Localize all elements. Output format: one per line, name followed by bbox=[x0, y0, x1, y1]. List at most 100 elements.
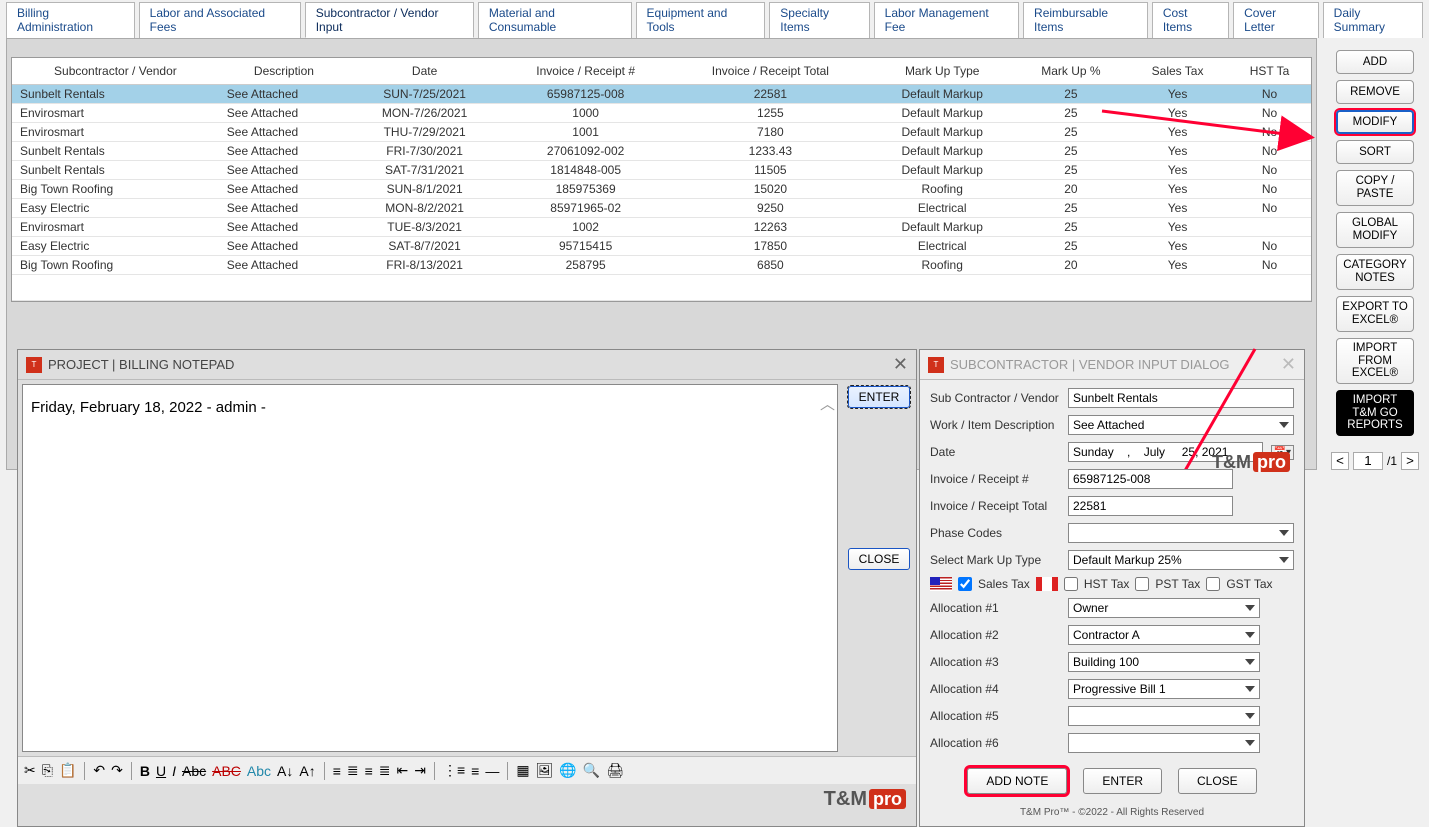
cut-icon[interactable]: ✂ bbox=[24, 762, 36, 779]
notepad-textarea[interactable]: Friday, February 18, 2022 - admin - ︿ bbox=[22, 384, 838, 752]
alloc6-select[interactable] bbox=[1068, 733, 1260, 753]
align-center-icon[interactable]: ≣ bbox=[347, 762, 359, 779]
enter-button[interactable]: ENTER bbox=[1083, 768, 1162, 794]
pst-checkbox[interactable] bbox=[1135, 577, 1149, 591]
import-button[interactable]: IMPORTFROMEXCEL® bbox=[1336, 338, 1414, 384]
image-icon[interactable]: 🖼 bbox=[536, 762, 554, 779]
hst-checkbox[interactable] bbox=[1064, 577, 1078, 591]
tab-billing-administration[interactable]: Billing Administration bbox=[6, 2, 135, 38]
tab-material-and-consumable[interactable]: Material and Consumable bbox=[478, 2, 632, 38]
description-select[interactable]: See Attached bbox=[1068, 415, 1294, 435]
table-row[interactable]: Sunbelt RentalsSee AttachedFRI-7/30/2021… bbox=[12, 142, 1311, 161]
col-header[interactable]: Mark Up Type bbox=[870, 58, 1015, 85]
font-icon[interactable]: Abc bbox=[182, 763, 206, 779]
copy-icon[interactable]: ⎘ bbox=[42, 762, 53, 779]
copy--button[interactable]: COPY /PASTE bbox=[1336, 170, 1414, 206]
align-left-icon[interactable]: ≡ bbox=[333, 763, 341, 779]
tab-cover-letter[interactable]: Cover Letter bbox=[1233, 2, 1319, 38]
phase-select[interactable] bbox=[1068, 523, 1294, 543]
sort-button[interactable]: SORT bbox=[1336, 140, 1414, 164]
find-icon[interactable]: 🔍 bbox=[583, 762, 600, 779]
remove-button[interactable]: REMOVE bbox=[1336, 80, 1414, 104]
enter-button[interactable]: ENTER bbox=[848, 386, 910, 408]
undo-icon[interactable]: ↶ bbox=[93, 762, 105, 779]
tab-labor-management-fee[interactable]: Labor Management Fee bbox=[874, 2, 1019, 38]
alloc4-select[interactable]: Progressive Bill 1 bbox=[1068, 679, 1260, 699]
tab-bar: Billing AdministrationLabor and Associat… bbox=[0, 0, 1429, 38]
next-page-button[interactable]: > bbox=[1401, 452, 1419, 470]
table-icon[interactable]: ▦ bbox=[516, 762, 529, 779]
sales-tax-checkbox[interactable] bbox=[958, 577, 972, 591]
tab-reimbursable-items[interactable]: Reimbursable Items bbox=[1023, 2, 1148, 38]
tab-equipment-and-tools[interactable]: Equipment and Tools bbox=[636, 2, 766, 38]
col-header[interactable]: Date bbox=[349, 58, 500, 85]
underline-icon[interactable]: U bbox=[156, 763, 166, 779]
category-button[interactable]: CATEGORYNOTES bbox=[1336, 254, 1414, 290]
close-button[interactable]: CLOSE bbox=[1178, 768, 1257, 794]
redo-icon[interactable]: ↷ bbox=[111, 762, 123, 779]
modify-button[interactable]: MODIFY bbox=[1336, 110, 1414, 134]
table-row[interactable]: EnvirosmartSee AttachedMON-7/26/20211000… bbox=[12, 104, 1311, 123]
paste-icon[interactable]: 📋 bbox=[59, 762, 76, 779]
tab-specialty-items[interactable]: Specialty Items bbox=[769, 2, 869, 38]
vendor-select[interactable]: Sunbelt Rentals bbox=[1068, 388, 1294, 408]
indent-right-icon[interactable]: ⇥ bbox=[414, 762, 426, 779]
alloc2-select[interactable]: Contractor A bbox=[1068, 625, 1260, 645]
tab-daily-summary[interactable]: Daily Summary bbox=[1323, 2, 1423, 38]
scroll-up-icon[interactable]: ︿ bbox=[820, 393, 835, 414]
tab-subcontractor-vendor-input[interactable]: Subcontractor / Vendor Input bbox=[305, 2, 474, 38]
vendor-grid[interactable]: Subcontractor / VendorDescriptionDateInv… bbox=[11, 57, 1312, 302]
strike-icon[interactable]: ABC bbox=[212, 763, 241, 779]
export-to-button[interactable]: EXPORT TOEXCEL® bbox=[1336, 296, 1414, 332]
table-row[interactable]: EnvirosmartSee AttachedTHU-7/29/20211001… bbox=[12, 123, 1311, 142]
col-header[interactable]: Description bbox=[219, 58, 349, 85]
add-note-button[interactable]: ADD NOTE bbox=[967, 768, 1067, 794]
table-row[interactable]: EnvirosmartSee AttachedTUE-8/3/202110021… bbox=[12, 218, 1311, 237]
table-row[interactable]: Big Town RoofingSee AttachedSUN-8/1/2021… bbox=[12, 180, 1311, 199]
table-row[interactable]: Easy ElectricSee AttachedSAT-8/7/2021957… bbox=[12, 237, 1311, 256]
sort-asc-icon[interactable]: A↓ bbox=[277, 763, 293, 779]
col-header[interactable]: Invoice / Receipt Total bbox=[671, 58, 870, 85]
col-header[interactable]: Sales Tax bbox=[1127, 58, 1228, 85]
justify-icon[interactable]: ≣ bbox=[379, 762, 391, 779]
bold-icon[interactable]: B bbox=[140, 763, 150, 779]
add-button[interactable]: ADD bbox=[1336, 50, 1414, 74]
col-header[interactable]: Mark Up % bbox=[1015, 58, 1127, 85]
import-button[interactable]: IMPORTT&M GOREPORTS bbox=[1336, 390, 1414, 436]
numbers-icon[interactable]: ≡ bbox=[471, 763, 479, 779]
markup-select[interactable]: Default Markup 25% bbox=[1068, 550, 1294, 570]
vendor-dialog-title: SUBCONTRACTOR | VENDOR INPUT DIALOG bbox=[950, 357, 1230, 372]
invoice-number-input[interactable] bbox=[1068, 469, 1233, 489]
action-sidebar: ADD REMOVE MODIFY SORT COPY /PASTE GLOBALMODI… bbox=[1327, 38, 1423, 470]
table-row[interactable]: Easy ElectricSee AttachedMON-8/2/2021859… bbox=[12, 199, 1311, 218]
alloc5-select[interactable] bbox=[1068, 706, 1260, 726]
indent-left-icon[interactable]: ⇤ bbox=[397, 762, 409, 779]
ca-flag-icon bbox=[1036, 577, 1058, 591]
table-row[interactable]: Big Town RoofingSee AttachedFRI-8/13/202… bbox=[12, 256, 1311, 275]
close-button[interactable]: CLOSE bbox=[848, 548, 910, 570]
color-icon[interactable]: Abc bbox=[247, 763, 271, 779]
page-input[interactable] bbox=[1353, 452, 1383, 470]
col-header[interactable]: HST Ta bbox=[1228, 58, 1311, 85]
close-icon[interactable]: ✕ bbox=[893, 354, 908, 375]
global-button[interactable]: GLOBALMODIFY bbox=[1336, 212, 1414, 248]
alloc1-select[interactable]: Owner bbox=[1068, 598, 1260, 618]
sort-desc-icon[interactable]: A↑ bbox=[299, 763, 315, 779]
gst-checkbox[interactable] bbox=[1206, 577, 1220, 591]
bullets-icon[interactable]: ⋮≡ bbox=[443, 762, 465, 779]
invoice-total-input[interactable] bbox=[1068, 496, 1233, 516]
table-row[interactable]: Sunbelt RentalsSee AttachedSUN-7/25/2021… bbox=[12, 85, 1311, 104]
col-header[interactable]: Invoice / Receipt # bbox=[500, 58, 671, 85]
italic-icon[interactable]: I bbox=[172, 763, 176, 779]
align-right-icon[interactable]: ≡ bbox=[365, 763, 373, 779]
tab-labor-and-associated-fees[interactable]: Labor and Associated Fees bbox=[139, 2, 301, 38]
table-row[interactable]: Sunbelt RentalsSee AttachedSAT-7/31/2021… bbox=[12, 161, 1311, 180]
globe-icon[interactable]: 🌐 bbox=[559, 762, 576, 779]
alloc3-select[interactable]: Building 100 bbox=[1068, 652, 1260, 672]
hr-icon[interactable]: — bbox=[485, 763, 499, 779]
tab-cost-items[interactable]: Cost Items bbox=[1152, 2, 1229, 38]
prev-page-button[interactable]: < bbox=[1331, 452, 1349, 470]
col-header[interactable]: Subcontractor / Vendor bbox=[12, 58, 219, 85]
close-icon[interactable]: ✕ bbox=[1281, 354, 1296, 375]
print-icon[interactable]: 🖨 bbox=[606, 762, 624, 779]
